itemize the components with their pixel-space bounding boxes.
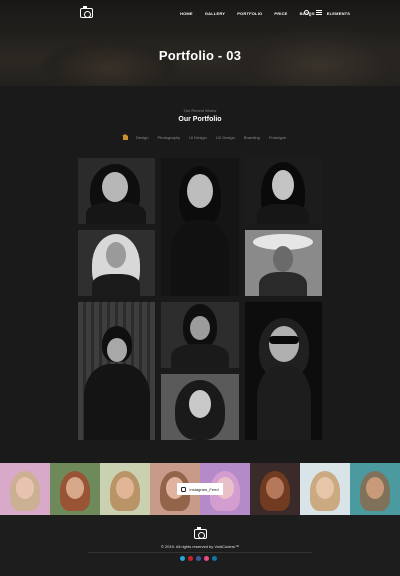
section-subtitle: Our Recent Works bbox=[183, 108, 217, 113]
top-navigation: HOME GALLERY PORTFOLIO PRICE BLOGS ELEME… bbox=[0, 0, 400, 26]
portfolio-photo[interactable] bbox=[161, 302, 239, 368]
portfolio-photo[interactable] bbox=[78, 230, 155, 296]
dribbble-icon[interactable] bbox=[204, 556, 209, 561]
instagram-feed-label: Instagram_Feed bbox=[189, 486, 219, 492]
copyright-text: © 2019. All rights reserved by VoidCoder… bbox=[160, 544, 240, 549]
pinterest-icon[interactable] bbox=[188, 556, 193, 561]
filter-ui-design[interactable]: UI Design bbox=[189, 135, 207, 140]
portfolio-photo[interactable] bbox=[161, 158, 239, 296]
nav-elements[interactable]: ELEMENTS bbox=[327, 11, 350, 16]
filter-ux-design[interactable]: UX Design bbox=[216, 135, 235, 140]
portfolio-filters: Design Photography UI Design UX Design B… bbox=[122, 133, 295, 140]
nav-portfolio[interactable]: PORTFOLIO bbox=[237, 11, 262, 16]
portfolio-photo[interactable] bbox=[245, 302, 322, 440]
portfolio-photo[interactable] bbox=[78, 302, 155, 440]
instagram-photo[interactable] bbox=[50, 463, 100, 515]
instagram-photo[interactable] bbox=[250, 463, 300, 515]
nav-home[interactable]: HOME bbox=[180, 11, 193, 16]
instagram-photo[interactable] bbox=[350, 463, 400, 515]
instagram-icon bbox=[181, 486, 187, 492]
social-links bbox=[180, 556, 220, 561]
portfolio-photo[interactable] bbox=[245, 158, 322, 224]
menu-icon[interactable] bbox=[316, 10, 322, 15]
facebook-icon[interactable] bbox=[196, 556, 201, 561]
main-nav: HOME GALLERY PORTFOLIO PRICE BLOGS ELEME… bbox=[180, 11, 362, 16]
instagram-photo[interactable] bbox=[0, 463, 50, 515]
instagram-photo[interactable] bbox=[100, 463, 150, 515]
portfolio-photo[interactable] bbox=[245, 230, 322, 296]
camera-logo-icon[interactable] bbox=[194, 527, 207, 539]
home-icon[interactable] bbox=[122, 133, 128, 140]
page-title: Portfolio - 03 bbox=[158, 48, 242, 63]
footer-divider bbox=[88, 552, 312, 553]
linkedin-icon[interactable] bbox=[212, 556, 217, 561]
instagram-photo[interactable] bbox=[300, 463, 350, 515]
filter-prototype[interactable]: Prototype bbox=[269, 135, 286, 140]
section-title: Our Portfolio bbox=[178, 116, 222, 123]
portfolio-photo[interactable] bbox=[78, 158, 155, 224]
footer: © 2019. All rights reserved by VoidCoder… bbox=[0, 515, 400, 576]
nav-price[interactable]: PRICE bbox=[274, 11, 287, 16]
twitter-icon[interactable] bbox=[180, 556, 185, 561]
filter-design[interactable]: Design bbox=[136, 135, 148, 140]
portfolio-photo[interactable] bbox=[161, 374, 239, 440]
camera-logo-icon[interactable] bbox=[80, 6, 93, 18]
filter-branding[interactable]: Branding bbox=[244, 135, 260, 140]
instagram-feed-badge[interactable]: Instagram_Feed bbox=[177, 483, 223, 495]
nav-gallery[interactable]: GALLERY bbox=[205, 11, 225, 16]
filter-photography[interactable]: Photography bbox=[157, 135, 180, 140]
search-icon[interactable] bbox=[304, 10, 309, 15]
